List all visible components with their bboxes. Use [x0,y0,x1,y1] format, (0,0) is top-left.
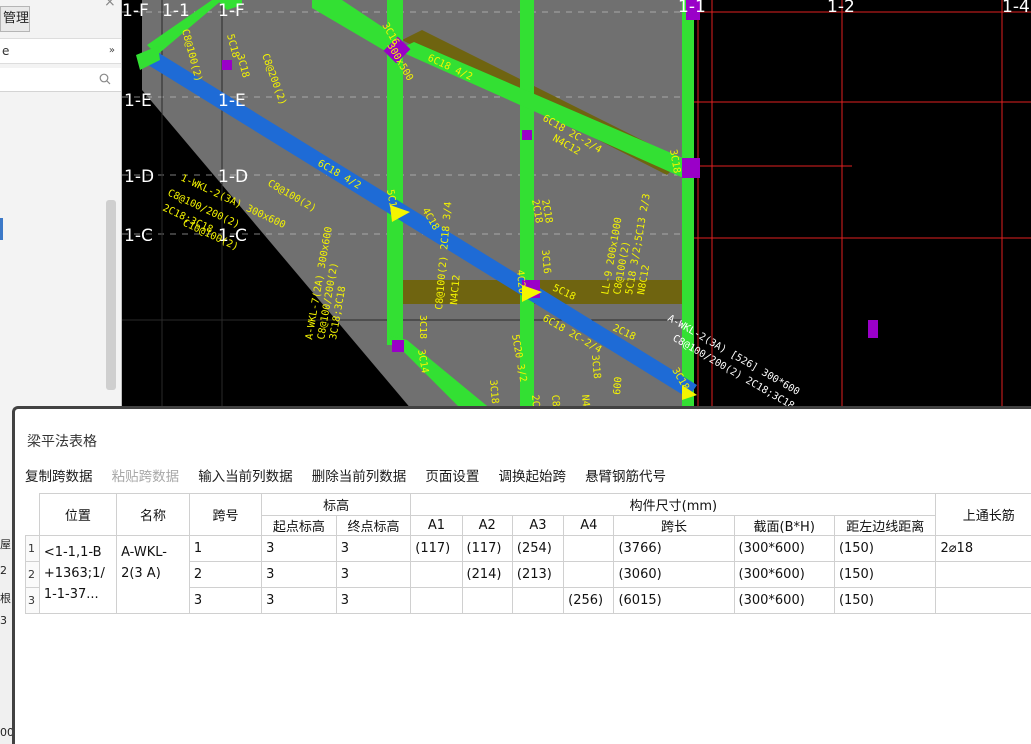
axis-label: 1-D [124,167,154,187]
section-cell[interactable]: (300*600) [733,561,835,588]
panel-row-label: e [2,44,10,58]
tab-manage[interactable]: 管理 [0,6,30,32]
span-length-cell[interactable]: (3060) [613,561,735,588]
top-long-rebar-cell[interactable] [935,561,1031,588]
cad-drawing-canvas[interactable]: 1-F 1-1 1-F 1-1 1-2 1-4 1-E 1-E 1-D 1-D … [122,0,1031,410]
rebar-annotation[interactable]: 3C16 [539,249,552,274]
axis-label: 1-2 [827,0,855,17]
page-setup-button[interactable]: 页面设置 [425,465,479,485]
span-no-cell[interactable]: 1 [188,535,263,562]
a2-cell[interactable] [461,587,513,614]
strip-item: 3 [0,614,7,627]
axis-label: 1-D [218,167,248,187]
span-no-cell[interactable]: 2 [188,561,263,588]
delete-column-button[interactable]: 删除当前列数据 [312,465,407,485]
axis-label: 1-E [218,91,246,111]
search-input[interactable] [0,68,121,92]
a3-cell[interactable] [511,587,565,614]
panel-row[interactable]: e » [0,38,121,64]
beam-table-dialog: 梁平法表格 复制跨数据 粘贴跨数据 输入当前列数据 删除当前列数据 页面设置 调… [12,406,1031,744]
header-elevation[interactable]: 标高 [261,493,412,516]
header-a1[interactable]: A1 [410,515,463,536]
a4-cell[interactable]: (256) [563,587,615,614]
axis-label: 1-F [218,1,245,21]
rebar-annotation[interactable]: 4C20 [514,269,527,294]
left-edge-cell[interactable]: (150) [833,587,937,614]
end-elevation-cell[interactable]: 3 [335,587,412,614]
a3-cell[interactable]: (213) [511,561,565,588]
top-long-rebar-cell[interactable]: 2⌀18 [935,535,1031,562]
span-no-cell[interactable]: 3 [188,587,263,614]
row-number-cell[interactable]: 2 [25,561,40,588]
rebar-annotation[interactable]: 3C18 [487,379,500,404]
start-elevation-cell[interactable]: 3 [261,535,337,562]
row-number-cell[interactable]: 1 [25,535,40,562]
search-icon[interactable] [99,73,111,85]
rebar-annotation[interactable]: 3C18 [589,354,602,379]
header-a2[interactable]: A2 [461,515,513,536]
strip-item: 2 [0,564,7,577]
axis-label: 1-C [124,226,153,246]
header-a4[interactable]: A4 [563,515,615,536]
a1-cell[interactable]: (117) [410,535,463,562]
span-length-cell[interactable]: (6015) [613,587,735,614]
a4-cell[interactable] [563,561,615,588]
copy-span-button[interactable]: 复制跨数据 [25,465,93,485]
section-cell[interactable]: (300*600) [733,535,835,562]
span-length-cell[interactable]: (3766) [613,535,735,562]
panel-scrollbar[interactable] [106,200,116,390]
header-left-edge-distance[interactable]: 距左边线距离 [833,515,937,536]
axis-label: 1-1 [678,0,706,17]
end-elevation-cell[interactable]: 3 [335,561,412,588]
start-elevation-cell[interactable]: 3 [261,587,337,614]
axis-label: 1-E [124,91,152,111]
dialog-toolbar: 复制跨数据 粘贴跨数据 输入当前列数据 删除当前列数据 页面设置 调换起始跨 悬… [25,465,680,487]
left-edge-cell[interactable]: (150) [833,561,937,588]
a2-cell[interactable]: (117) [461,535,513,562]
a4-cell[interactable] [563,535,615,562]
a3-cell[interactable]: (254) [511,535,565,562]
a2-cell[interactable]: (214) [461,561,513,588]
rebar-annotation[interactable]: 600 [612,376,625,395]
name-cell[interactable]: A-WKL-2(3 A) [116,535,190,614]
axis-label: 1-1 [162,1,190,21]
top-long-rebar-cell[interactable] [935,587,1031,614]
input-column-button[interactable]: 输入当前列数据 [198,465,293,485]
strip-item: 屋 [0,538,11,551]
end-elevation-cell[interactable]: 3 [335,535,412,562]
start-elevation-cell[interactable]: 3 [261,561,337,588]
header-position[interactable]: 位置 [38,493,118,536]
header-start-elevation[interactable]: 起点标高 [261,515,337,536]
cantilever-code-button[interactable]: 悬臂钢筋代号 [585,465,666,485]
strip-item: 根 [0,592,11,605]
section-cell[interactable]: (300*600) [733,587,835,614]
dialog-title: 梁平法表格 [27,434,97,450]
selection-marker [0,218,3,240]
paste-span-button[interactable]: 粘贴跨数据 [112,465,180,485]
header-dims[interactable]: 构件尺寸(mm) [410,493,937,516]
table-row[interactable]: 1 <1-1,1-B +1363;1/ 1-1-37... A-WKL-2(3 A)… [25,535,1031,614]
header-end-elevation[interactable]: 终点标高 [335,515,412,536]
axis-label: 1-F [122,1,149,21]
header-span-no[interactable]: 跨号 [188,493,263,536]
row-number-cell[interactable]: 3 [25,587,40,614]
double-chevron-icon[interactable]: » [109,39,115,63]
header-a3[interactable]: A3 [511,515,565,536]
beam-grid-table: 位置 名称 跨号 标高 构件尺寸(mm) 上通长筋 起点标高 终点标高 A1 A… [25,493,1031,614]
header-top-long-rebar[interactable]: 上通长筋 [935,493,1031,536]
swap-start-span-button[interactable]: 调换起始跨 [498,465,566,485]
header-name[interactable]: 名称 [116,493,190,536]
left-strip: 屋 2 根 3 00 [0,530,14,744]
axis-label: 1-4 [1002,0,1030,17]
app-window: 管理 × e » 1-F 1-1 1-F 1-1 1-2 1-4 1-E 1-E… [0,0,1031,744]
a1-cell[interactable] [410,561,463,588]
close-icon[interactable]: × [104,0,116,10]
position-cell[interactable]: <1-1,1-B +1363;1/ 1-1-37... [38,535,118,614]
a1-cell[interactable] [410,587,463,614]
header-span-length[interactable]: 跨长 [613,515,735,536]
header-section[interactable]: 截面(B*H) [733,515,835,536]
left-edge-cell[interactable]: (150) [833,535,937,562]
rebar-annotation[interactable]: 3C18 [417,315,428,339]
